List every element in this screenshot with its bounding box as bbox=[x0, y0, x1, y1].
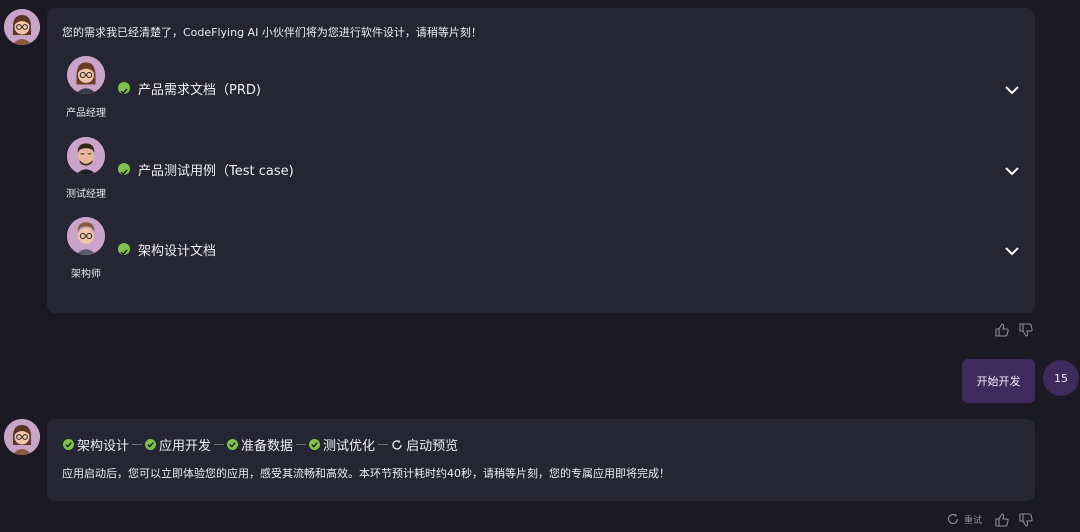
check-icon bbox=[63, 439, 74, 450]
document-title[interactable]: 产品需求文档（PRD) bbox=[138, 79, 261, 98]
step-architecture: 架构设计 bbox=[63, 435, 129, 454]
status-text: 应用启动后，您可以立即体验您的应用，感受其流畅和高效。本环节预计耗时约40秒，请… bbox=[62, 467, 670, 480]
role-name: 测试经理 bbox=[66, 189, 106, 200]
intro-text: 您的需求我已经清楚了，CodeFlying AI 小伙伴们将为您进行软件设计，请… bbox=[62, 26, 482, 39]
step-connector bbox=[378, 444, 389, 445]
thumbs-up-icon[interactable] bbox=[994, 512, 1010, 528]
architect-avatar bbox=[67, 217, 105, 255]
progress-steps: 架构设计 应用开发 准备数据 测试优化 启动预览 bbox=[63, 435, 458, 454]
step-app-development: 应用开发 bbox=[145, 435, 211, 454]
document-title[interactable]: 产品测试用例（Test case) bbox=[138, 160, 294, 179]
loading-icon bbox=[391, 439, 403, 451]
ai-avatar bbox=[4, 419, 40, 455]
ai-message-bubble: 您的需求我已经清楚了，CodeFlying AI 小伙伴们将为您进行软件设计，请… bbox=[47, 8, 1035, 313]
check-icon bbox=[145, 439, 157, 450]
retry-button[interactable]: 重试 bbox=[946, 512, 982, 526]
step-label: 准备数据 bbox=[241, 439, 294, 454]
check-icon bbox=[309, 439, 321, 450]
step-connector bbox=[132, 444, 143, 445]
role-name: 产品经理 bbox=[66, 108, 106, 119]
test-manager-avatar bbox=[67, 137, 105, 175]
chevron-down-icon[interactable] bbox=[1004, 242, 1020, 256]
retry-label: 重试 bbox=[964, 515, 983, 526]
step-label: 应用开发 bbox=[159, 439, 212, 454]
ai-message-bubble: 架构设计 应用开发 准备数据 测试优化 启动预览 应用启动后，您可以立即体验您的… bbox=[47, 419, 1035, 501]
step-label: 架构设计 bbox=[77, 439, 130, 454]
check-icon bbox=[227, 439, 239, 450]
chevron-down-icon[interactable] bbox=[1004, 81, 1020, 95]
step-connector bbox=[214, 444, 225, 445]
user-avatar: 15 bbox=[1043, 360, 1079, 396]
role-row-test-manager[interactable]: 测试经理 产品测试用例（Test case) bbox=[47, 137, 1035, 207]
role-row-product-manager[interactable]: 产品经理 产品需求文档（PRD) bbox=[47, 56, 1035, 126]
check-icon bbox=[118, 243, 130, 256]
check-icon bbox=[118, 82, 130, 95]
step-prepare-data: 准备数据 bbox=[227, 435, 293, 454]
chevron-down-icon[interactable] bbox=[1004, 162, 1020, 176]
step-launch-preview: 启动预览 bbox=[391, 435, 458, 454]
document-title[interactable]: 架构设计文档 bbox=[138, 240, 216, 259]
check-icon bbox=[118, 163, 130, 176]
product-manager-avatar bbox=[67, 56, 105, 94]
step-test-optimize: 测试优化 bbox=[309, 435, 375, 454]
thumbs-down-icon[interactable] bbox=[1018, 322, 1034, 338]
step-connector bbox=[296, 444, 307, 445]
role-name: 架构师 bbox=[71, 269, 101, 280]
user-message-bubble: 开始开发 bbox=[962, 359, 1035, 403]
ai-avatar bbox=[4, 9, 40, 45]
step-label: 启动预览 bbox=[406, 439, 459, 454]
role-row-architect[interactable]: 架构师 架构设计文档 bbox=[47, 217, 1035, 287]
thumbs-up-icon[interactable] bbox=[994, 322, 1010, 338]
step-label: 测试优化 bbox=[323, 439, 376, 454]
thumbs-down-icon[interactable] bbox=[1018, 512, 1034, 528]
refresh-icon bbox=[946, 512, 960, 526]
